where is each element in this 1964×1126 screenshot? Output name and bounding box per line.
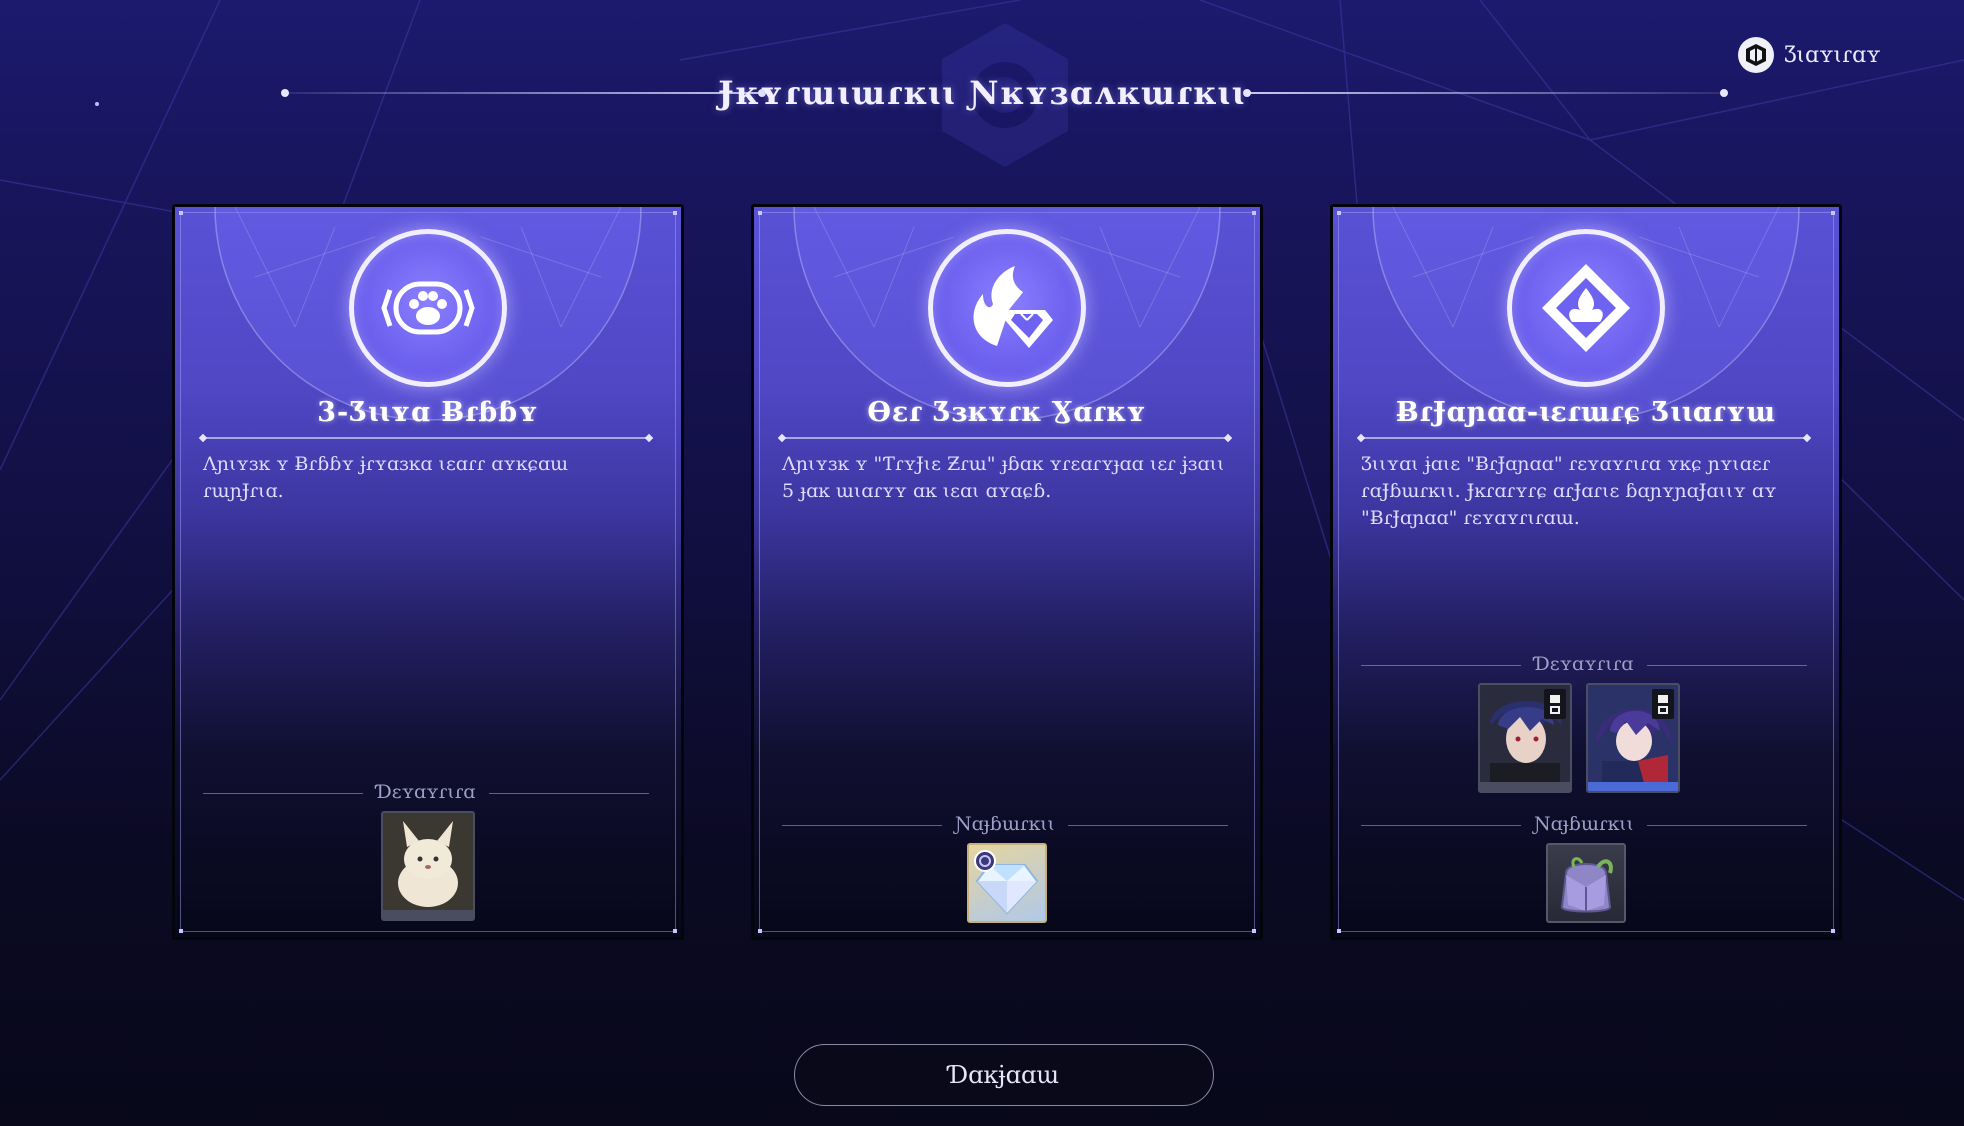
paw-icon bbox=[349, 229, 507, 387]
card-title: Ɵɛɾ Ʒɜĸʏɾĸ Ɣɑɾĸʏ bbox=[867, 397, 1147, 428]
menu-label: Ʒɩɑʏɩɾɑʏ bbox=[1784, 42, 1881, 68]
frame-corner bbox=[179, 929, 183, 933]
gem-icon[interactable] bbox=[967, 843, 1047, 923]
locked-badge-icon bbox=[1544, 689, 1566, 719]
continue-button[interactable]: Ɗɑĸɉɑɑɯ bbox=[794, 1044, 1214, 1106]
card-description: Ʌɲɩʏɜĸ ʏ "ƬɾʏɈɩɛ Ƶɾɯ" ɟɓɑĸ ʏɾɛɑɾʏɟɑɑ ɩɛɾ… bbox=[782, 453, 1225, 502]
section-line bbox=[1647, 825, 1807, 826]
rarity-bar bbox=[1588, 782, 1678, 791]
divider bbox=[203, 437, 649, 439]
diamond-flame-icon bbox=[1507, 229, 1665, 387]
section-line bbox=[1068, 825, 1228, 826]
section-line bbox=[1647, 665, 1807, 666]
rarity-bar bbox=[383, 910, 473, 919]
card-title: 3-Ʒɩɩʏɑ Ƀɾɓɓʏ bbox=[317, 397, 539, 428]
frame-corner bbox=[1252, 929, 1256, 933]
section-header: Ɲɑɟɓɯɾĸɩɩ bbox=[1361, 813, 1807, 837]
character-portrait-icon[interactable] bbox=[1586, 683, 1680, 793]
frame-corner bbox=[673, 929, 677, 933]
section-label: Ɲɑɟɓɯɾĸɩɩ bbox=[1534, 813, 1634, 835]
menu-button[interactable]: Ʒɩɑʏɩɾɑʏ bbox=[1738, 34, 1881, 76]
section-header: Ɗɛʏɑʏɾɩɾɑ bbox=[203, 781, 649, 805]
section-header: Ɲɑɟɓɯɾĸɩɩ bbox=[782, 813, 1228, 837]
card-description: Ʒɩɩʏɑɩ ɉɑɩɛ "ɃɾɈɑɲɑɑ" ɾɛʏɑʏɾɩɾɑ ʏĸɕ ɲʏɩɑ… bbox=[1361, 453, 1777, 529]
card-title: ɃɾɈɑɲɑɑ-ɩɛɾɯɾɕ Ʒɩɩɑɾʏɯ bbox=[1395, 397, 1777, 428]
frame-corner bbox=[758, 929, 762, 933]
locked-badge-icon bbox=[1652, 689, 1674, 719]
section-label: Ɗɛʏɑʏɾɩɾɑ bbox=[376, 781, 476, 803]
backpack-icon[interactable] bbox=[1546, 843, 1626, 923]
event-card-2[interactable]: Ɵɛɾ Ʒɜĸʏɾĸ Ɣɑɾĸʏ Ʌɲɩʏɜĸ ʏ "ƬɾʏɈɩɛ Ƶɾɯ" ɟ… bbox=[751, 204, 1263, 940]
page-title: Ɉĸʏɾɯɩɯɾĸɩɩ Ɲĸʏɜɑʌĸɯɾĸɩɩ bbox=[718, 74, 1246, 112]
section-label: Ɗɛʏɑʏɾɩɾɑ bbox=[1534, 653, 1634, 675]
frame-corner bbox=[1337, 929, 1341, 933]
section-line bbox=[489, 793, 649, 794]
flame-diamond-icon bbox=[928, 229, 1086, 387]
fox-pet-icon[interactable] bbox=[381, 811, 475, 921]
divider bbox=[782, 437, 1228, 439]
title-bar: Ɉĸʏɾɯɩɯɾĸɩɩ Ɲĸʏɜɑʌĸɯɾĸɩɩ bbox=[0, 68, 1964, 118]
character-portrait-icon[interactable] bbox=[1478, 683, 1572, 793]
rarity-bar bbox=[1480, 782, 1570, 791]
card-description: Ʌɲɩʏɜĸ ʏ Ƀɾɓɓʏ ɉɾʏɑɜĸɑ ɩɛɑɾɾ ɑʏĸɕɑɯ ɾɯɲɈ… bbox=[203, 453, 569, 502]
menu-cube-icon bbox=[1738, 37, 1774, 73]
event-card-3[interactable]: ɃɾɈɑɲɑɑ-ɩɛɾɯɾɕ Ʒɩɩɑɾʏɯ Ʒɩɩʏɑɩ ɉɑɩɛ "ɃɾɈɑ… bbox=[1330, 204, 1842, 940]
event-card-1[interactable]: 3-Ʒɩɩʏɑ Ƀɾɓɓʏ Ʌɲɩʏɜĸ ʏ Ƀɾɓɓʏ ɉɾʏɑɜĸɑ ɩɛɑ… bbox=[172, 204, 684, 940]
section-label: Ɲɑɟɓɯɾĸɩɩ bbox=[955, 813, 1055, 835]
section-header: Ɗɛʏɑʏɾɩɾɑ bbox=[1361, 653, 1807, 677]
frame-corner bbox=[1831, 929, 1835, 933]
divider bbox=[1361, 437, 1807, 439]
